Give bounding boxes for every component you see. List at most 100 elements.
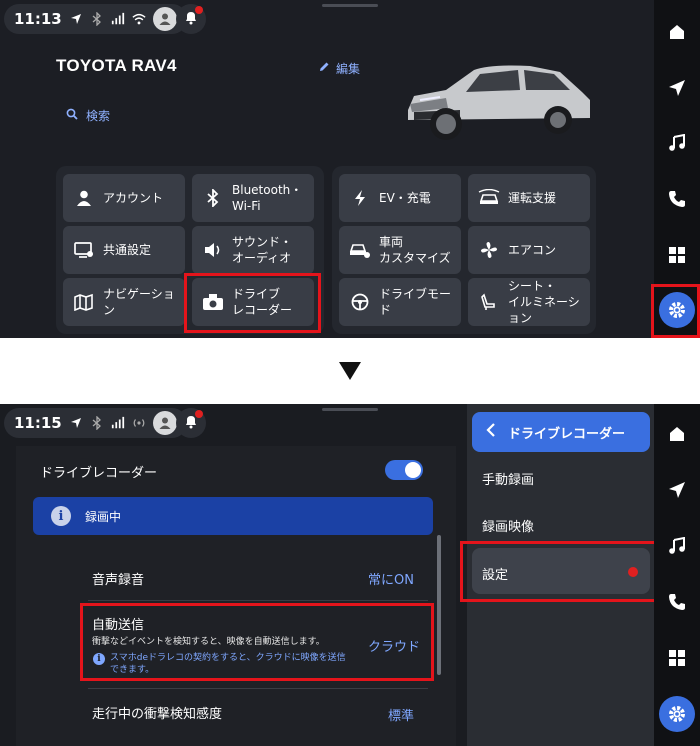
section-title: ドライブレコーダー [40,466,158,481]
tile-label: エアコン [508,243,557,257]
tile-drive-recorder[interactable]: ドライブ レコーダー [192,278,314,326]
person-icon [73,187,95,209]
navigation-icon[interactable] [654,462,700,518]
camera-icon [202,291,224,313]
settings-nav-item[interactable] [654,686,700,742]
tile-bluetooth-wifi[interactable]: Bluetooth・ Wi-Fi [192,174,314,222]
menu-item-manual-recording[interactable]: 手動録画 [482,469,534,488]
car-settings-icon [349,239,371,261]
edit-label: 編集 [336,62,361,76]
tile-account[interactable]: アカウント [63,174,185,222]
search-button[interactable]: 検索 [66,107,110,124]
phone-icon[interactable] [654,171,700,227]
tile-label: ナビゲーション [103,287,175,317]
chevron-left-icon [486,422,496,442]
auto-send-value[interactable]: クラウド [368,636,420,655]
signal-icon [111,416,125,430]
drag-handle[interactable] [322,408,378,411]
notification-button[interactable] [176,4,206,34]
tile-common-settings[interactable]: 共通設定 [63,226,185,274]
tile-label: EV・充電 [379,191,431,205]
banner-text: 録画中 [85,509,122,524]
tile-label: 車両 カスタマイズ [379,235,451,265]
tile-label: ドライブ レコーダー [232,287,293,317]
auto-send-description: 衝撃などイベントを検知すると、映像を自動送信します。 [92,637,325,647]
driving-assist-icon [478,187,500,209]
edit-button[interactable]: 編集 [318,60,360,77]
selected-indicator-dot [628,567,638,577]
gear-icon [659,696,695,732]
drive-recorder-toggle[interactable] [385,460,423,480]
music-icon[interactable] [654,115,700,171]
apps-icon[interactable] [654,227,700,283]
nav-rail [654,404,700,746]
audio-recording-label[interactable]: 音声録音 [92,569,144,588]
settings-nav-item[interactable] [654,282,700,338]
settings-content-panel [16,446,456,746]
tile-drive-mode[interactable]: ドライブモード [339,278,461,326]
tile-label: シート・ イルミネーション [508,279,580,325]
home-icon[interactable] [654,4,700,60]
tile-label: 共通設定 [103,243,152,257]
fan-icon [478,239,500,261]
navigation-icon[interactable] [654,60,700,116]
status-bar: 11:15 [4,408,187,438]
scrollbar[interactable] [437,535,441,675]
search-label: 検索 [86,109,111,123]
clock: 11:15 [14,414,62,432]
notification-badge [195,6,203,14]
bluetooth-status-icon [90,416,104,430]
back-button[interactable]: ドライブレコーダー [472,412,650,452]
tile-seat-illumination[interactable]: シート・ イルミネーション [468,278,590,326]
display-settings-icon [73,239,95,261]
pencil-icon [318,61,330,76]
map-icon [73,291,95,313]
location-icon [69,12,83,26]
tile-label: アカウント [103,191,164,205]
divider [88,600,428,601]
tile-sound-audio[interactable]: サウンド・ オーディオ [192,226,314,274]
tile-label: 運転支援 [508,191,557,205]
divider [88,688,428,689]
bluetooth-icon [202,187,224,209]
toggle-knob [405,462,421,478]
audio-recording-value[interactable]: 常にON [368,569,414,588]
home-icon[interactable] [654,406,700,462]
tile-air-conditioner[interactable]: エアコン [468,226,590,274]
info-small-icon: i [93,653,105,665]
steering-wheel-icon [349,291,371,313]
music-icon[interactable] [654,518,700,574]
status-bar: 11:13 [4,4,187,34]
notification-button[interactable] [176,408,206,438]
bolt-icon [349,187,371,209]
nav-rail [654,0,700,338]
tile-driving-assist[interactable]: 運転支援 [468,174,590,222]
auto-send-note: スマホdeドラレコの契約をすると、クラウドに映像を送信できます。 [110,653,346,675]
speaker-icon [202,239,224,261]
avatar[interactable] [152,411,177,435]
avatar[interactable] [152,7,177,31]
vehicle-name: TOYOTA RAV4 [56,56,177,75]
tile-navigation[interactable]: ナビゲーション [63,278,185,326]
signal-icon [111,12,125,26]
phone-icon[interactable] [654,574,700,630]
gear-icon [659,292,695,329]
menu-header-label: ドライブレコーダー [508,426,626,442]
tile-vehicle-customize[interactable]: 車両 カスタマイズ [339,226,461,274]
wifi-icon [132,12,146,26]
clock: 11:13 [14,10,62,28]
auto-send-label[interactable]: 自動送信 [92,614,144,633]
drag-handle[interactable] [322,4,378,7]
menu-item-settings[interactable]: 設定 [482,564,508,583]
settings-home-screen: 11:13 TOYOTA RAV4 編集 検索 アカウント Bluetooth・… [0,0,700,338]
menu-item-recorded-video[interactable]: 録画映像 [482,516,534,535]
recording-status-banner: i 録画中 [33,497,433,535]
tile-label: Bluetooth・ Wi-Fi [232,183,303,213]
vehicle-image [400,48,600,152]
apps-icon[interactable] [654,630,700,686]
shock-sensitivity-label[interactable]: 走行中の衝撃検知感度 [92,703,222,722]
seat-icon [478,291,500,313]
search-icon [66,108,78,123]
tile-ev-charging[interactable]: EV・充電 [339,174,461,222]
shock-sensitivity-value[interactable]: 標準 [388,705,414,724]
